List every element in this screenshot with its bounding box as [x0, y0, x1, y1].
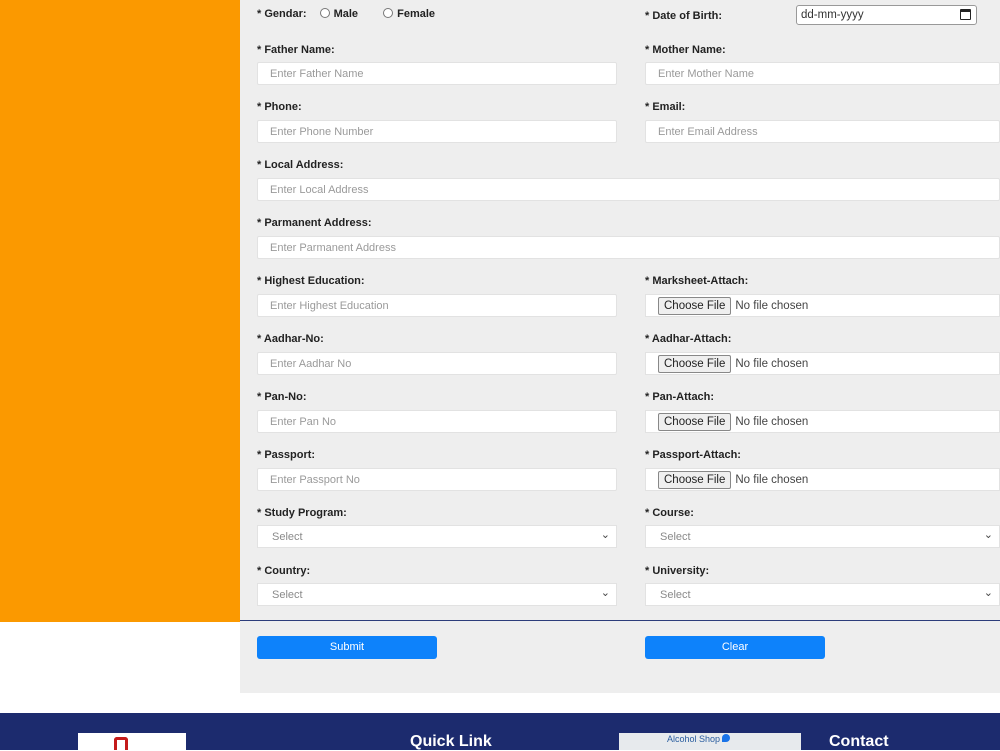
father-name-input[interactable]: Enter Father Name: [257, 62, 617, 85]
chevron-down-icon: ⌄: [600, 587, 610, 599]
mother-label: * Mother Name:: [645, 44, 726, 56]
pan-file-input[interactable]: Choose File No file chosen: [645, 410, 1000, 433]
local-address-label: * Local Address:: [257, 159, 344, 171]
file-status: No file chosen: [735, 299, 809, 312]
file-status: No file chosen: [735, 415, 809, 428]
aadhar-file-input[interactable]: Choose File No file chosen: [645, 352, 1000, 375]
footer: Quick Link Alcohol Shop Contact: [0, 713, 1000, 750]
radio-male-label: Male: [333, 8, 359, 20]
country-select[interactable]: Select ⌄: [257, 583, 617, 606]
choose-file-button[interactable]: Choose File: [658, 296, 732, 315]
university-select[interactable]: Select ⌄: [645, 583, 1000, 606]
pan-input[interactable]: Enter Pan No: [257, 410, 617, 433]
passport-label: * Passport:: [257, 449, 316, 461]
radio-female-label: Female: [397, 8, 436, 20]
marksheet-file-input[interactable]: Choose File No file chosen: [645, 294, 1000, 317]
logo-mark: [114, 737, 128, 750]
phone-label: * Phone:: [257, 101, 302, 113]
permanent-address-input[interactable]: Enter Parmanent Address: [257, 236, 1000, 259]
choose-file-button[interactable]: Choose File: [658, 412, 732, 431]
education-label: * Highest Education:: [257, 275, 365, 287]
pan-attach-label: * Pan-Attach:: [645, 391, 715, 403]
contact-heading: Contact: [829, 733, 889, 750]
aadhar-label: * Aadhar-No:: [257, 333, 324, 345]
study-program-value: Select: [272, 531, 303, 543]
map-pin-icon: [722, 734, 731, 742]
permanent-address-label: * Parmanent Address:: [257, 217, 372, 229]
phone-input[interactable]: Enter Phone Number: [257, 120, 617, 143]
email-label: * Email:: [645, 101, 686, 113]
radio-male[interactable]: [319, 8, 330, 18]
chevron-down-icon: ⌄: [983, 587, 993, 599]
choose-file-button[interactable]: Choose File: [658, 354, 732, 373]
course-select[interactable]: Select ⌄: [645, 525, 1000, 548]
submit-button[interactable]: Submit: [257, 636, 437, 659]
aadhar-attach-label: * Aadhar-Attach:: [645, 333, 732, 345]
course-label: * Course:: [645, 507, 694, 519]
file-status: No file chosen: [735, 357, 809, 370]
form-divider: [240, 620, 1000, 621]
aadhar-input[interactable]: Enter Aadhar No: [257, 352, 617, 375]
university-label: * University:: [645, 565, 710, 577]
email-input[interactable]: Enter Email Address: [645, 120, 1000, 143]
file-status: No file chosen: [735, 473, 809, 486]
passport-attach-label: * Passport-Attach:: [645, 449, 741, 461]
radio-female[interactable]: [383, 8, 394, 18]
pan-label: * Pan-No:: [257, 391, 307, 403]
chevron-down-icon: ⌄: [600, 529, 610, 541]
footer-logo[interactable]: [78, 733, 186, 750]
course-value: Select: [660, 531, 691, 543]
sidebar-panel: [0, 0, 240, 622]
clear-button[interactable]: Clear: [645, 636, 825, 659]
study-program-select[interactable]: Select ⌄: [257, 525, 617, 548]
father-label: * Father Name:: [257, 44, 335, 56]
map-label: Alcohol Shop: [667, 734, 721, 744]
footer-map[interactable]: Alcohol Shop: [619, 733, 801, 750]
country-value: Select: [272, 589, 303, 601]
dob-label: * Date of Birth:: [645, 10, 722, 22]
marksheet-label: * Marksheet-Attach:: [645, 275, 749, 287]
quick-link-heading: Quick Link: [410, 733, 492, 750]
country-label: * Country:: [257, 565, 311, 577]
education-input[interactable]: Enter Highest Education: [257, 294, 617, 317]
gender-label-text: * Gendar:: [257, 8, 307, 20]
study-program-label: * Study Program:: [257, 507, 347, 519]
mother-name-input[interactable]: Enter Mother Name: [645, 62, 1000, 85]
gender-label: * Gendar: Male Female: [257, 8, 435, 20]
calendar-icon[interactable]: [960, 9, 971, 20]
university-value: Select: [660, 589, 691, 601]
passport-input[interactable]: Enter Passport No: [257, 468, 617, 491]
choose-file-button[interactable]: Choose File: [658, 470, 732, 489]
local-address-input[interactable]: Enter Local Address: [257, 178, 1000, 201]
dob-input[interactable]: dd-mm-yyyy: [796, 5, 977, 25]
chevron-down-icon: ⌄: [983, 529, 993, 541]
dob-value: dd-mm-yyyy: [801, 9, 864, 21]
passport-file-input[interactable]: Choose File No file chosen: [645, 468, 1000, 491]
